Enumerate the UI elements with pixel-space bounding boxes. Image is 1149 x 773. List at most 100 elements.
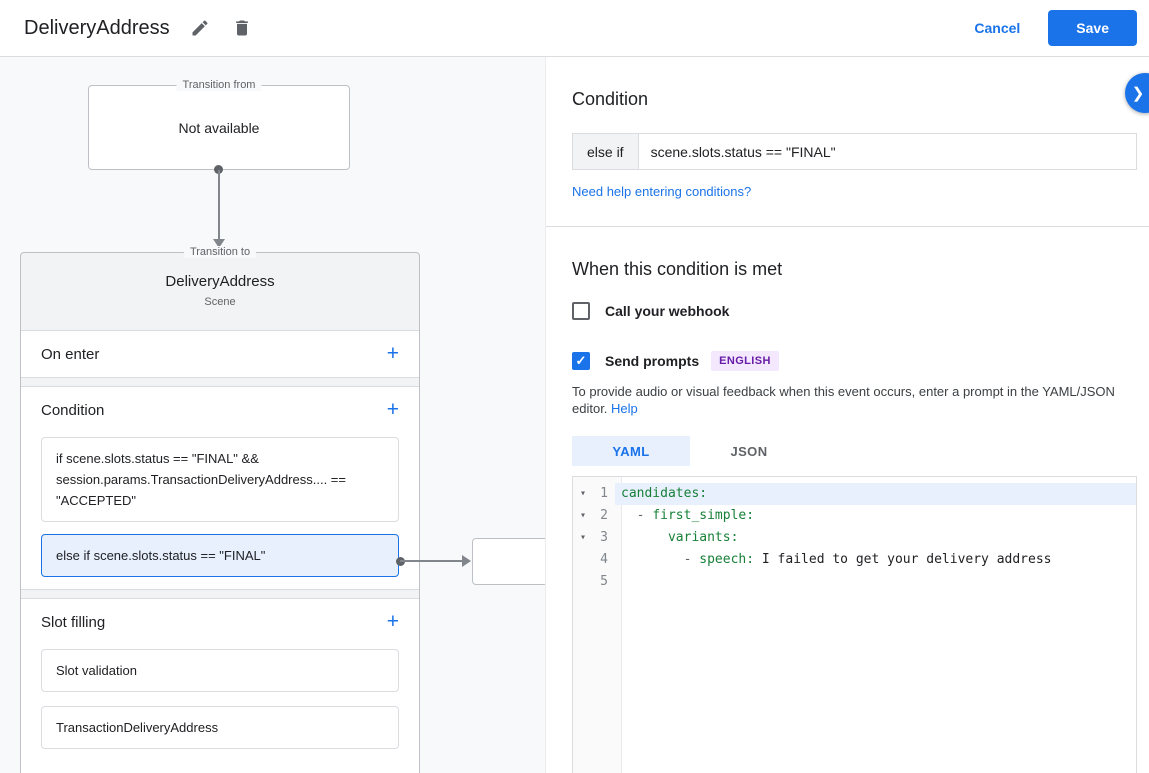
transition-to-box: Transition to DeliveryAddress Scene On e… <box>20 246 420 773</box>
slot-card-label: TransactionDeliveryAddress <box>56 720 219 735</box>
on-enter-header: On enter + <box>21 331 419 377</box>
code-line[interactable] <box>615 571 1136 593</box>
add-slot-button[interactable]: + <box>387 611 399 632</box>
when-met-title: When this condition is met <box>572 259 783 279</box>
transition-from-box: Transition from Not available <box>88 79 350 170</box>
condition-help-link[interactable]: Need help entering conditions? <box>572 184 751 199</box>
chevron-right-icon: ❯ <box>1131 85 1145 102</box>
slot-filling-header: Slot filling + <box>21 599 419 645</box>
fold-arrow-icon[interactable]: ▾ <box>573 527 593 549</box>
slot-card-label: Slot validation <box>56 663 137 678</box>
condition-card[interactable]: if scene.slots.status == "FINAL" && sess… <box>41 437 399 522</box>
send-prompts-row: ✓ Send prompts ENGLISH <box>572 350 1137 372</box>
slot-filling-section: Slot filling + Slot validation Transacti… <box>21 598 419 773</box>
app-root: DeliveryAddress Cancel Save Transition f… <box>0 0 1149 773</box>
editor-line[interactable]: ▾ 2 - first_simple: <box>573 505 1136 527</box>
code-token: I failed to get your delivery address <box>754 552 1052 567</box>
divider <box>546 226 1149 227</box>
section-gap <box>21 590 419 598</box>
arrow-right-icon <box>462 555 471 567</box>
language-badge: ENGLISH <box>711 351 779 371</box>
slot-card[interactable]: TransactionDeliveryAddress <box>41 706 399 749</box>
check-icon: ✓ <box>575 353 587 368</box>
plus-icon: + <box>386 398 399 421</box>
connector-line <box>218 170 220 240</box>
scene-diagram-panel: Transition from Not available Transition… <box>0 57 546 773</box>
description-text: To provide audio or visual feedback when… <box>572 384 1115 416</box>
panel-title: Condition <box>572 89 649 109</box>
condition-title: Condition <box>41 401 105 419</box>
code-token: variants: <box>667 530 739 545</box>
editor-line[interactable]: ▾ 3 variants: <box>573 527 1136 549</box>
yaml-editor[interactable]: ▾ 1 candidates: ▾ 2 - first_simple: ▾ 3 … <box>572 476 1137 773</box>
editor-tabs: YAML JSON <box>572 436 1137 466</box>
prompts-description: To provide audio or visual feedback when… <box>572 383 1132 417</box>
line-number: 3 <box>600 530 608 545</box>
transition-to-label: Transition to <box>183 246 257 258</box>
help-link[interactable]: Help <box>611 401 638 416</box>
topbar: DeliveryAddress Cancel Save <box>0 0 1149 57</box>
edit-title-button[interactable] <box>188 16 212 40</box>
add-condition-button[interactable]: + <box>386 398 399 421</box>
tab-json[interactable]: JSON <box>690 436 808 466</box>
save-button[interactable]: Save <box>1048 10 1137 46</box>
code-line[interactable]: candidates: <box>615 483 1136 505</box>
content: Transition from Not available Transition… <box>0 57 1149 773</box>
condition-section: Condition + if scene.slots.status == "FI… <box>21 386 419 590</box>
transition-from-content: Not available <box>178 119 260 136</box>
editor-line[interactable]: 4 - speech: I failed to get your deliver… <box>573 549 1136 571</box>
line-number: 2 <box>600 508 608 523</box>
tab-yaml[interactable]: YAML <box>572 436 690 466</box>
code-line[interactable]: - speech: I failed to get your delivery … <box>615 549 1136 571</box>
topbar-right: Cancel Save <box>974 10 1137 46</box>
send-prompts-label: Send prompts <box>605 353 700 369</box>
fold-arrow-icon[interactable]: ▾ <box>573 505 593 527</box>
condition-type-label: else if <box>572 133 639 170</box>
code-line[interactable]: variants: <box>615 527 1136 549</box>
code-token: - <box>621 508 653 523</box>
section-gap <box>21 378 419 386</box>
on-enter-section: On enter + <box>21 331 419 378</box>
code-token: speech: <box>699 552 755 567</box>
scene-name: DeliveryAddress <box>165 273 275 290</box>
trash-icon <box>235 20 248 36</box>
send-prompts-checkbox[interactable]: ✓ <box>572 352 590 370</box>
code-token: first_simple: <box>652 508 755 523</box>
on-enter-title: On enter <box>41 345 100 363</box>
editor-line[interactable]: 5 <box>573 571 1136 593</box>
line-number: 5 <box>600 574 608 589</box>
code-token: - <box>621 552 700 567</box>
condition-help-row: Need help entering conditions? <box>572 183 1137 201</box>
condition-input[interactable] <box>638 133 1137 170</box>
page-title: DeliveryAddress <box>24 16 170 39</box>
add-on-enter-button[interactable]: + <box>386 342 399 365</box>
webhook-row: Call your webhook <box>572 300 1137 322</box>
fold-arrow-icon[interactable]: ▾ <box>573 483 593 505</box>
condition-header: Condition + <box>21 387 419 433</box>
plus-icon: + <box>386 342 399 365</box>
condition-card-selected[interactable]: else if scene.slots.status == "FINAL" <box>41 534 399 577</box>
connector-line <box>400 560 464 562</box>
condition-editor-panel: ❯ Condition else if Need help entering c… <box>546 57 1149 773</box>
pencil-icon <box>192 20 208 36</box>
code-line[interactable]: - first_simple: <box>615 505 1136 527</box>
slot-filling-title: Slot filling <box>41 613 106 631</box>
topbar-left: DeliveryAddress <box>24 16 254 40</box>
condition-row: else if <box>572 133 1137 170</box>
call-webhook-checkbox[interactable] <box>572 302 590 320</box>
delete-scene-button[interactable] <box>230 16 254 40</box>
cancel-button[interactable]: Cancel <box>974 20 1020 36</box>
scene-type: Scene <box>204 296 236 308</box>
editor-line[interactable]: ▾ 1 candidates: <box>573 483 1136 505</box>
line-number: 1 <box>600 486 608 501</box>
transition-target-box[interactable] <box>472 538 545 585</box>
transition-from-label: Transition from <box>176 79 262 91</box>
line-number: 4 <box>600 552 608 567</box>
code-token: candidates: <box>621 486 708 501</box>
condition-card-text: if scene.slots.status == "FINAL" && sess… <box>56 451 346 508</box>
slot-card[interactable]: Slot validation <box>41 649 399 692</box>
condition-card-text: else if scene.slots.status == "FINAL" <box>56 548 266 563</box>
